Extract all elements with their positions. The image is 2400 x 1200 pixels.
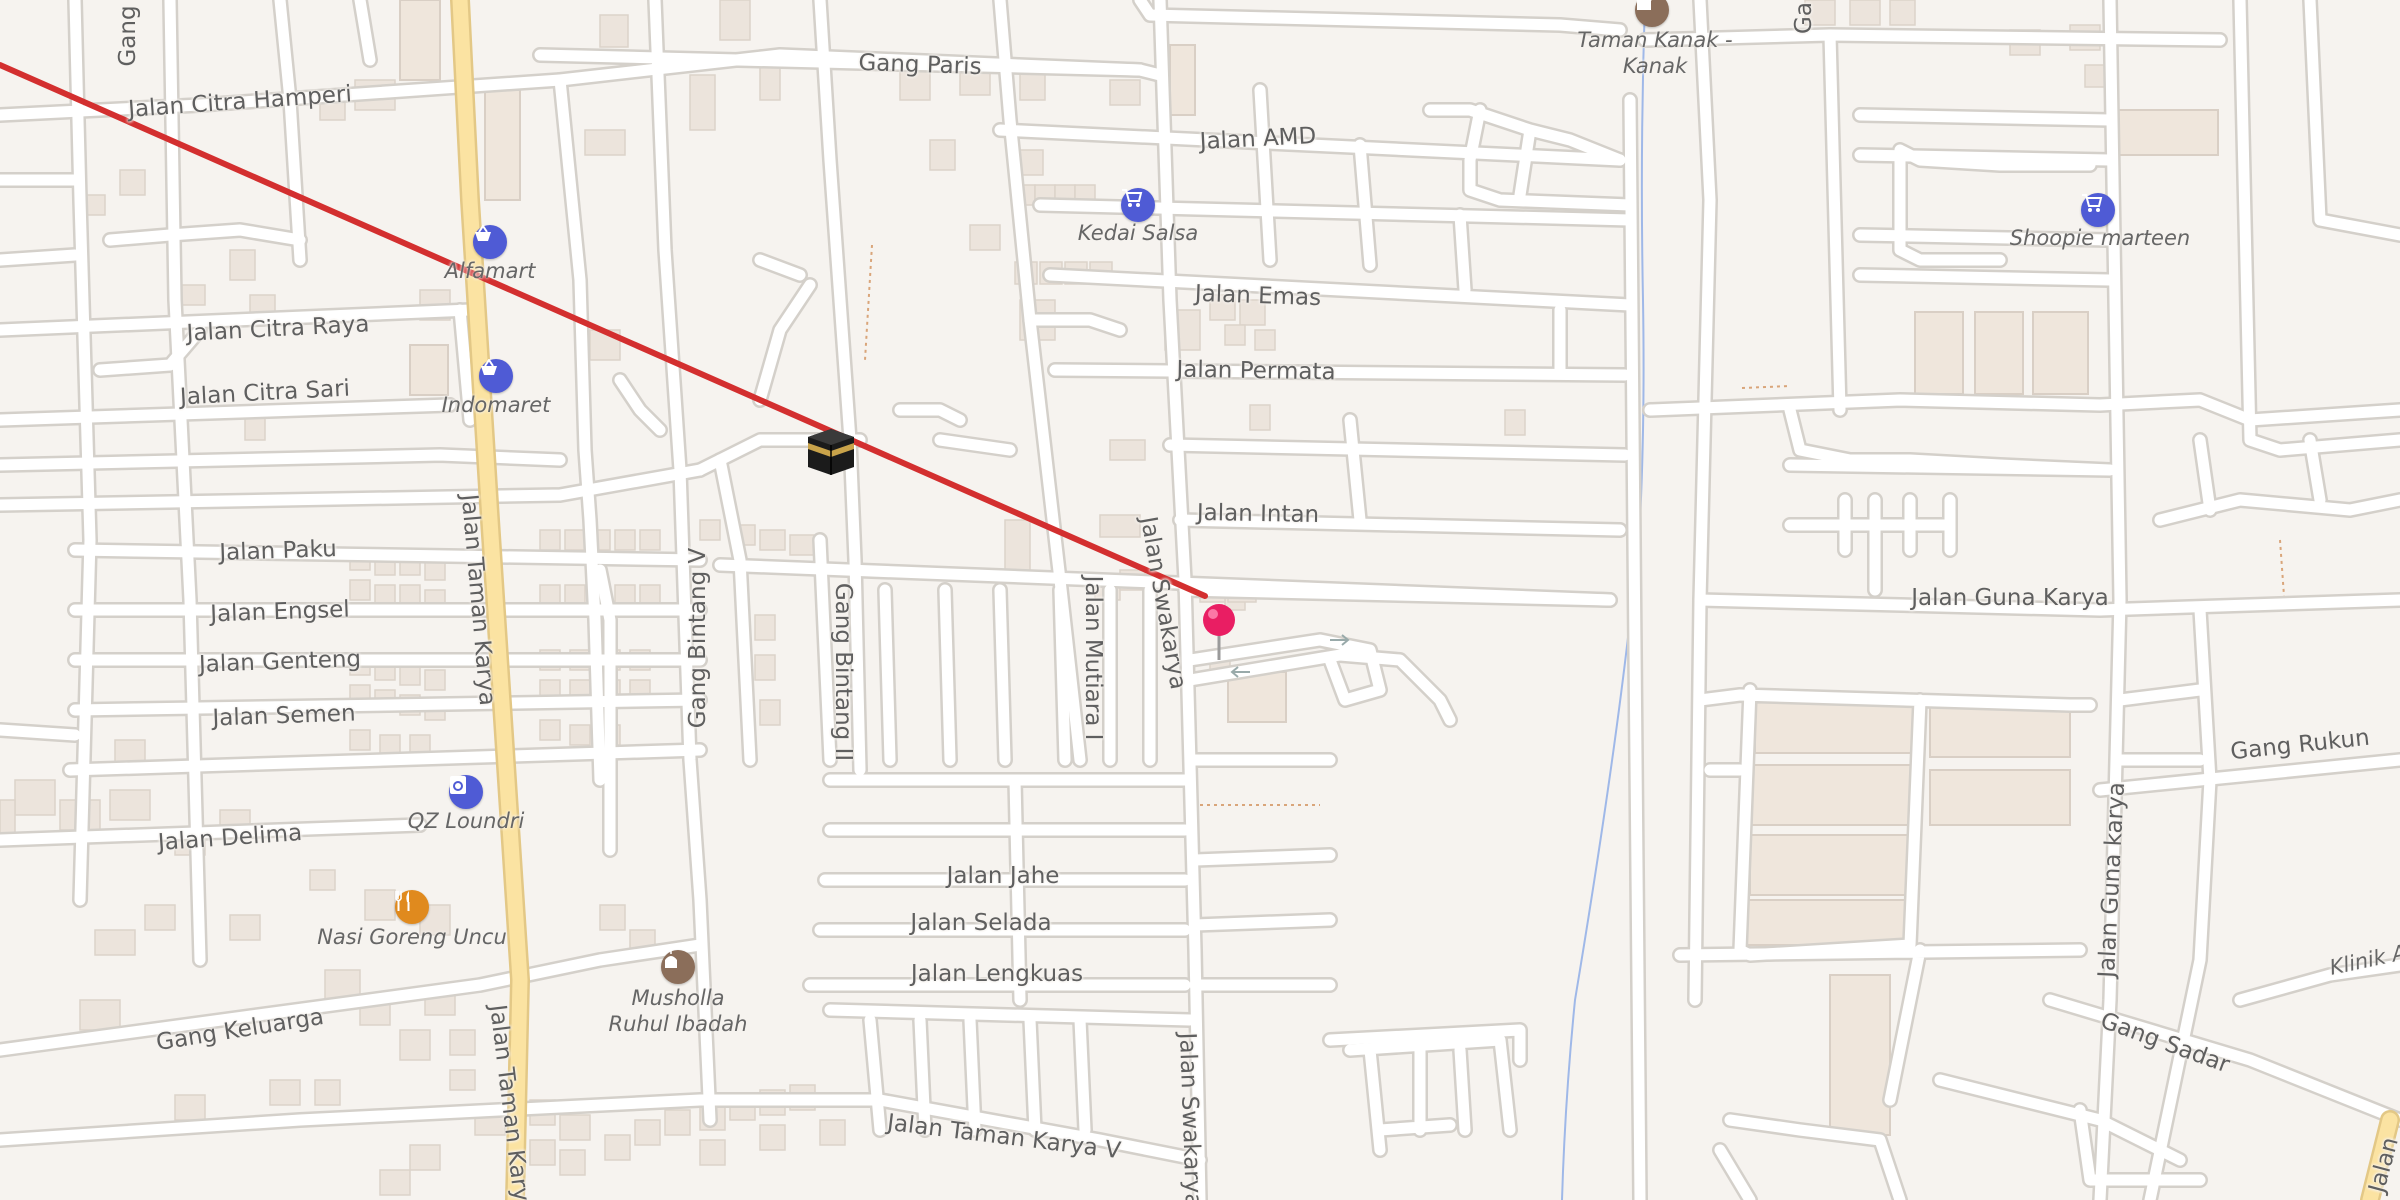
- poi-label[interactable]: Nasi Goreng Uncu: [317, 924, 507, 950]
- map-canvas[interactable]: Alfamart Indomaret Kedai Salsa Shoopie m…: [0, 0, 2400, 1200]
- street-label: Jalan Semen: [212, 700, 356, 732]
- poi-label[interactable]: Musholla Ruhul Ibadah: [608, 985, 748, 1037]
- poi-label[interactable]: Taman Kanak - Kanak: [1575, 27, 1735, 79]
- street-label: Gang Paris: [857, 49, 983, 81]
- street-label: Jalan Emas: [1194, 280, 1322, 312]
- street-label: Jalan Mutiara I: [1080, 575, 1106, 741]
- street-label: Jalan Lengkuas: [910, 961, 1084, 987]
- street-label: Gang: [115, 5, 141, 67]
- street-label: Jalan Selada: [910, 910, 1052, 936]
- shopping-basket-icon[interactable]: [473, 225, 507, 259]
- poi-label[interactable]: Shoopie marteen: [2010, 225, 2190, 251]
- poi-label[interactable]: QZ Loundri: [408, 808, 525, 834]
- shopping-basket-icon[interactable]: [479, 359, 513, 393]
- street-label: Jalan Engsel: [209, 596, 351, 628]
- shopping-cart-icon[interactable]: [1121, 188, 1155, 222]
- street-label: Jalan Jahe: [946, 863, 1060, 889]
- footpath: [1741, 385, 1791, 389]
- street-label: Jalan Intan: [1196, 499, 1320, 529]
- street-label: Ga: [1791, 2, 1817, 34]
- footpath: [864, 244, 873, 361]
- mosque-icon[interactable]: [661, 950, 695, 984]
- street-label: Jalan Paku: [218, 535, 338, 567]
- restaurant-icon[interactable]: [395, 890, 429, 924]
- poi-label[interactable]: Kedai Salsa: [1078, 220, 1199, 246]
- poi-label[interactable]: Alfamart: [445, 258, 536, 284]
- street-label: Jalan Permata: [1176, 356, 1336, 386]
- laundry-icon[interactable]: [449, 775, 483, 809]
- street-label: Gang Bintang II: [830, 582, 856, 762]
- poi-label[interactable]: Indomaret: [442, 392, 551, 418]
- street-label: Jalan Guna Karya: [1911, 585, 2109, 611]
- street-label: Gang Bintang V: [685, 547, 711, 729]
- shopping-cart-icon[interactable]: [2081, 193, 2115, 227]
